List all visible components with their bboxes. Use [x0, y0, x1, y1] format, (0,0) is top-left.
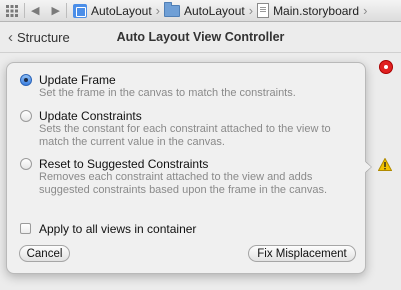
page-title: Auto Layout View Controller: [116, 30, 285, 44]
option-description: Sets the constant for each constraint at…: [39, 123, 331, 148]
path-item-project[interactable]: AutoLayout: [91, 4, 152, 18]
toolbar-separator: [24, 3, 25, 18]
jump-bar: ◀ ▶ AutoLayout › AutoLayout › Main.story…: [0, 0, 401, 22]
update-frame-radio[interactable]: [20, 74, 32, 86]
reset-suggested-radio[interactable]: [20, 158, 32, 170]
option-update-frame[interactable]: Update Frame Set the frame in the canvas…: [20, 73, 355, 103]
option-update-constraints[interactable]: Update Constraints Sets the constant for…: [20, 109, 355, 153]
folder-icon: [164, 1, 180, 17]
option-description: Set the frame in the canvas to match the…: [39, 87, 296, 99]
storyboard-file-icon: [257, 3, 270, 18]
option-label: Reset to Suggested Constraints: [39, 157, 209, 171]
option-label: Update Constraints: [39, 109, 142, 123]
chevron-right-icon: ›: [248, 3, 254, 18]
apply-all-label: Apply to all views in container: [39, 222, 197, 236]
project-icon: [72, 3, 87, 18]
option-label: Update Frame: [39, 73, 116, 87]
popover-arrow-fill: [362, 159, 371, 175]
chevron-right-icon: ›: [155, 3, 160, 18]
document-outline-header: ‹ Structure Auto Layout View Controller: [0, 22, 401, 53]
warning-triangle-icon[interactable]: [378, 158, 392, 171]
update-constraints-radio[interactable]: [20, 110, 32, 122]
path-item-folder[interactable]: AutoLayout: [184, 4, 245, 18]
path-item-file[interactable]: Main.storyboard: [273, 4, 359, 18]
resolve-misplacement-popover: Update Frame Set the frame in the canvas…: [6, 62, 366, 274]
option-reset-suggested[interactable]: Reset to Suggested Constraints Removes e…: [20, 157, 355, 213]
apply-all-checkbox[interactable]: [20, 223, 31, 234]
back-arrow-icon[interactable]: ◀: [31, 4, 39, 17]
error-indicator-icon[interactable]: [379, 60, 393, 74]
toolbar-separator: [65, 3, 67, 18]
grid-icon[interactable]: [6, 4, 18, 17]
chevron-right-icon: ›: [363, 3, 368, 18]
forward-arrow-icon[interactable]: ▶: [51, 4, 59, 17]
apply-all-row[interactable]: Apply to all views in container: [20, 222, 320, 236]
option-description: Removes each constraint attached to the …: [39, 171, 328, 196]
fix-misplacement-button[interactable]: Fix Misplacement: [248, 245, 356, 262]
cancel-button[interactable]: Cancel: [19, 245, 70, 262]
